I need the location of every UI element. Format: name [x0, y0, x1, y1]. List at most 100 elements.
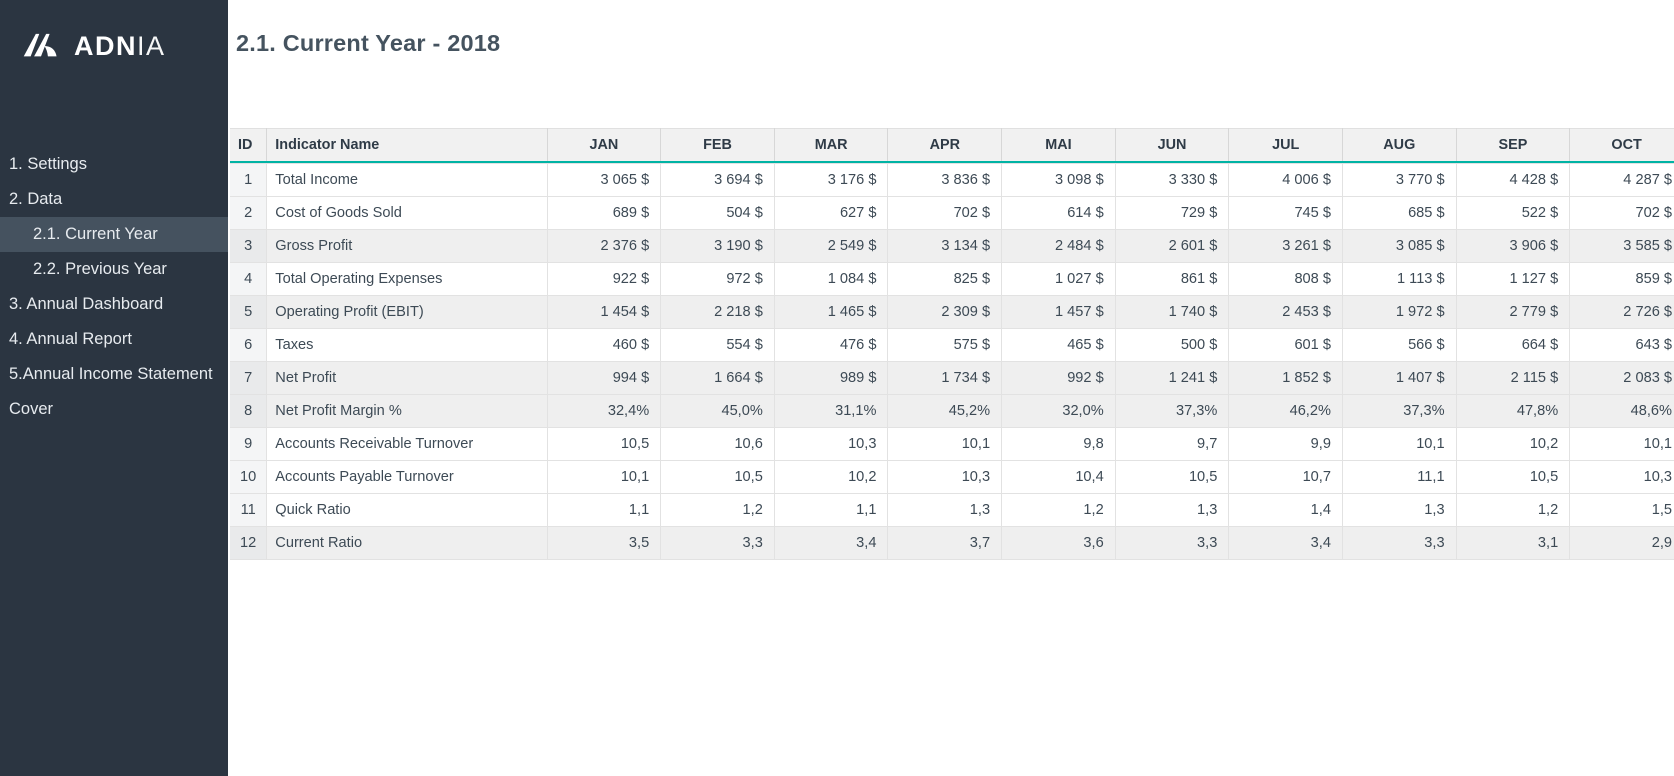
- page-title: 2.1. Current Year - 2018: [236, 30, 500, 57]
- cell-value-feb: 504 $: [661, 197, 775, 230]
- cell-indicator-name: Taxes: [267, 329, 547, 362]
- cell-value-aug: 1 407 $: [1342, 362, 1456, 395]
- cell-indicator-name: Accounts Payable Turnover: [267, 461, 547, 494]
- table-row[interactable]: 6Taxes460 $554 $476 $575 $465 $500 $601 …: [230, 329, 1674, 362]
- cell-indicator-name: Net Profit Margin %: [267, 395, 547, 428]
- column-header-jun[interactable]: JUN: [1115, 129, 1229, 161]
- sidebar: ADNIA 1. Settings 2. Data 2.1. Current Y…: [0, 0, 228, 776]
- table-row[interactable]: 5Operating Profit (EBIT)1 454 $2 218 $1 …: [230, 296, 1674, 329]
- cell-value-mai: 1,2: [1002, 494, 1116, 527]
- sidebar-item-annual-income-statement[interactable]: 5.Annual Income Statement: [0, 357, 228, 392]
- cell-value-oct: 2 726 $: [1570, 296, 1674, 329]
- cell-value-jan: 10,1: [547, 461, 661, 494]
- cell-indicator-name: Cost of Goods Sold: [267, 197, 547, 230]
- column-header-sep[interactable]: SEP: [1456, 129, 1570, 161]
- cell-value-mai: 1 027 $: [1002, 263, 1116, 296]
- cell-value-jun: 861 $: [1115, 263, 1229, 296]
- sidebar-item-label: Cover: [9, 400, 53, 419]
- cell-indicator-name: Current Ratio: [267, 527, 547, 560]
- cell-value-oct: 10,3: [1570, 461, 1674, 494]
- cell-value-jan: 460 $: [547, 329, 661, 362]
- cell-value-apr: 2 309 $: [888, 296, 1002, 329]
- table-row[interactable]: 3Gross Profit2 376 $3 190 $2 549 $3 134 …: [230, 230, 1674, 263]
- cell-value-aug: 3 085 $: [1342, 230, 1456, 263]
- cell-id: 9: [230, 428, 267, 461]
- column-header-mai[interactable]: MAI: [1002, 129, 1116, 161]
- column-header-feb[interactable]: FEB: [661, 129, 775, 161]
- cell-value-sep: 664 $: [1456, 329, 1570, 362]
- cell-value-mai: 3,6: [1002, 527, 1116, 560]
- column-header-aug[interactable]: AUG: [1342, 129, 1456, 161]
- column-header-id[interactable]: ID: [230, 129, 267, 161]
- cell-value-aug: 1 113 $: [1342, 263, 1456, 296]
- column-header-indicator-name[interactable]: Indicator Name: [267, 129, 547, 161]
- table-row[interactable]: 1Total Income3 065 $3 694 $3 176 $3 836 …: [230, 164, 1674, 197]
- column-header-mar[interactable]: MAR: [774, 129, 888, 161]
- cell-value-aug: 10,1: [1342, 428, 1456, 461]
- sidebar-item-label: 2. Data: [9, 190, 62, 209]
- sidebar-item-cover[interactable]: Cover: [0, 392, 228, 427]
- table-row[interactable]: 11Quick Ratio1,11,21,11,31,21,31,41,31,2…: [230, 494, 1674, 527]
- column-header-jan[interactable]: JAN: [547, 129, 661, 161]
- sidebar-item-settings[interactable]: 1. Settings: [0, 147, 228, 182]
- cell-value-aug: 37,3%: [1342, 395, 1456, 428]
- cell-value-oct: 10,1: [1570, 428, 1674, 461]
- table-row[interactable]: 9Accounts Receivable Turnover10,510,610,…: [230, 428, 1674, 461]
- sidebar-item-data[interactable]: 2. Data: [0, 182, 228, 217]
- cell-value-jun: 9,7: [1115, 428, 1229, 461]
- cell-value-feb: 3,3: [661, 527, 775, 560]
- cell-id: 5: [230, 296, 267, 329]
- cell-value-apr: 702 $: [888, 197, 1002, 230]
- table-row[interactable]: 8Net Profit Margin %32,4%45,0%31,1%45,2%…: [230, 395, 1674, 428]
- table-row[interactable]: 2Cost of Goods Sold689 $504 $627 $702 $6…: [230, 197, 1674, 230]
- cell-value-feb: 2 218 $: [661, 296, 775, 329]
- cell-value-feb: 972 $: [661, 263, 775, 296]
- table-row[interactable]: 12Current Ratio3,53,33,43,73,63,33,43,33…: [230, 527, 1674, 560]
- cell-value-mai: 614 $: [1002, 197, 1116, 230]
- cell-value-oct: 1,5: [1570, 494, 1674, 527]
- cell-indicator-name: Total Income: [267, 164, 547, 197]
- table-row[interactable]: 4Total Operating Expenses922 $972 $1 084…: [230, 263, 1674, 296]
- table-row[interactable]: 7Net Profit994 $1 664 $989 $1 734 $992 $…: [230, 362, 1674, 395]
- table-header-row: ID Indicator Name JAN FEB MAR APR MAI JU…: [230, 129, 1674, 161]
- cell-value-mar: 31,1%: [774, 395, 888, 428]
- table-head: ID Indicator Name JAN FEB MAR APR MAI JU…: [230, 129, 1674, 164]
- cell-value-jan: 2 376 $: [547, 230, 661, 263]
- cell-value-oct: 2 083 $: [1570, 362, 1674, 395]
- sidebar-item-current-year[interactable]: 2.1. Current Year: [0, 217, 228, 252]
- cell-value-jul: 46,2%: [1229, 395, 1343, 428]
- cell-value-jan: 689 $: [547, 197, 661, 230]
- cell-value-feb: 1 664 $: [661, 362, 775, 395]
- cell-value-sep: 47,8%: [1456, 395, 1570, 428]
- column-header-apr[interactable]: APR: [888, 129, 1002, 161]
- cell-value-mar: 1 465 $: [774, 296, 888, 329]
- table-row[interactable]: 10Accounts Payable Turnover10,110,510,21…: [230, 461, 1674, 494]
- cell-value-mar: 989 $: [774, 362, 888, 395]
- cell-id: 3: [230, 230, 267, 263]
- cell-value-jul: 808 $: [1229, 263, 1343, 296]
- column-header-oct[interactable]: OCT: [1570, 129, 1674, 161]
- cell-value-sep: 1,2: [1456, 494, 1570, 527]
- cell-value-apr: 3,7: [888, 527, 1002, 560]
- column-header-jul[interactable]: JUL: [1229, 129, 1343, 161]
- cell-value-mai: 32,0%: [1002, 395, 1116, 428]
- cell-value-oct: 859 $: [1570, 263, 1674, 296]
- cell-value-jun: 1 740 $: [1115, 296, 1229, 329]
- sidebar-item-previous-year[interactable]: 2.2. Previous Year: [0, 252, 228, 287]
- cell-indicator-name: Accounts Receivable Turnover: [267, 428, 547, 461]
- cell-indicator-name: Total Operating Expenses: [267, 263, 547, 296]
- brand-logo: ADNIA: [0, 0, 228, 92]
- cell-value-sep: 10,5: [1456, 461, 1570, 494]
- cell-value-mar: 3,4: [774, 527, 888, 560]
- cell-value-aug: 1,3: [1342, 494, 1456, 527]
- sidebar-nav: 1. Settings 2. Data 2.1. Current Year 2.…: [0, 147, 228, 427]
- sidebar-item-annual-report[interactable]: 4. Annual Report: [0, 322, 228, 357]
- cell-value-mar: 476 $: [774, 329, 888, 362]
- cell-value-feb: 10,6: [661, 428, 775, 461]
- cell-value-jul: 745 $: [1229, 197, 1343, 230]
- cell-value-jan: 922 $: [547, 263, 661, 296]
- cell-value-jan: 994 $: [547, 362, 661, 395]
- sidebar-item-annual-dashboard[interactable]: 3. Annual Dashboard: [0, 287, 228, 322]
- cell-id: 11: [230, 494, 267, 527]
- cell-value-oct: 4 287 $: [1570, 164, 1674, 197]
